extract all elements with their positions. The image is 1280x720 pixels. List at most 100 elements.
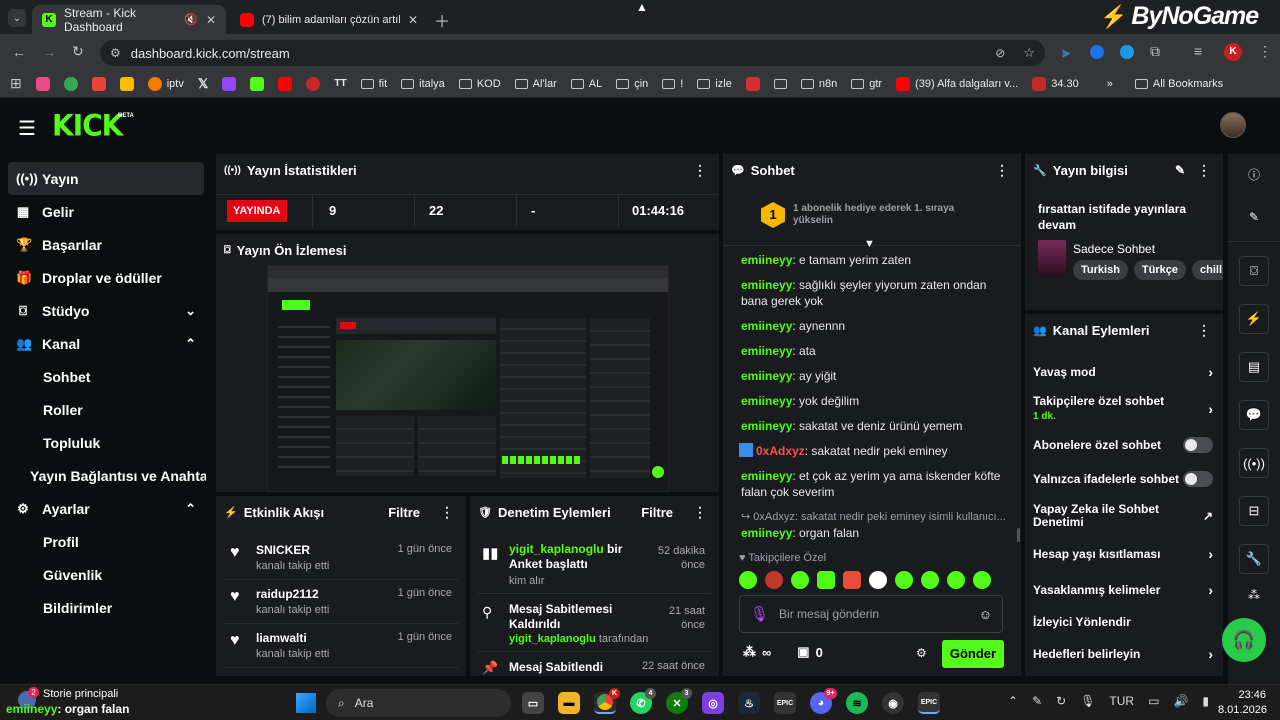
chat-input-box[interactable]: 🎙 Bir mesaj gönderin ☺ (739, 595, 1003, 633)
category-thumbnail[interactable] (1038, 240, 1066, 276)
profile-avatar[interactable]: K (1224, 43, 1242, 61)
tray-chevron-icon[interactable]: ⌃ (1008, 694, 1018, 708)
bookmark-cin[interactable]: çin (609, 78, 655, 90)
news-widget-title[interactable]: Storie principali (43, 688, 118, 700)
emote-icon[interactable] (817, 571, 835, 589)
steam-icon[interactable]: ♨ (738, 692, 760, 714)
chat-username[interactable]: emiineyy (741, 253, 792, 267)
file-explorer-icon[interactable]: ▬ (558, 692, 580, 714)
sidebar-item-ayarlar[interactable]: ⚙ Ayarlar ⌃ (0, 492, 212, 525)
emote-icon[interactable] (843, 571, 861, 589)
emote-icon[interactable] (765, 571, 783, 589)
category-name[interactable]: Sadece Sohbet (1073, 242, 1155, 256)
rail-notes-icon[interactable]: ▤ (1239, 352, 1269, 382)
rail-wrench-icon[interactable]: 🔧 (1239, 544, 1269, 574)
sidebar-item-studyo[interactable]: ⌼ Stüdyo ⌄ (0, 294, 212, 327)
mod-user[interactable]: yigit_kaplanoglu (509, 542, 604, 556)
bookmark-alfa[interactable]: (39) Alfa dalgaları v... (889, 76, 1025, 91)
tag-chip[interactable]: Türkçe (1133, 260, 1186, 280)
chat-username[interactable]: emiineyy (741, 344, 792, 358)
sidebar-item-kanal[interactable]: 👥 Kanal ⌃ (0, 327, 212, 360)
back-icon[interactable]: ← (12, 44, 26, 60)
emote-icon[interactable] (921, 571, 939, 589)
tag-chip[interactable]: Turkish (1073, 260, 1128, 280)
action-subscribers-only[interactable]: Abonelere özel sohbet (1025, 428, 1223, 462)
tag-chip[interactable]: chill (1192, 260, 1223, 280)
chat-username[interactable]: emiineyy (741, 319, 792, 333)
language-indicator[interactable]: TUR (1109, 694, 1134, 708)
sidebar-item-baglanti[interactable]: Yayın Bağlantısı ve Anahtarı (0, 459, 206, 492)
bookmark-star-icon[interactable]: ☆ (1023, 45, 1035, 61)
all-bookmarks[interactable]: All Bookmarks (1128, 78, 1230, 90)
epic-games-active-icon[interactable]: EPIC (918, 692, 940, 714)
rail-broadcast-icon[interactable]: ((•)) (1239, 448, 1269, 478)
chat-username[interactable]: emiineyy (741, 469, 792, 483)
ext-wave-icon[interactable]: ⫸ (1062, 44, 1070, 61)
tray-pen-icon[interactable]: ✎ (1032, 694, 1042, 708)
user-avatar[interactable] (1220, 112, 1246, 138)
chat-username[interactable]: emiineyy (741, 394, 792, 408)
list-item[interactable]: ⚲ Mesaj Sabitlemesi Kaldırıldı yigit_kap… (478, 596, 711, 652)
sidebar-item-roller[interactable]: Roller (0, 393, 212, 426)
tray-battery-icon[interactable]: ▮ (1202, 694, 1209, 708)
bookmark-youtube[interactable] (271, 76, 299, 91)
close-tab-icon[interactable]: ✕ (408, 13, 418, 27)
bookmark-izle[interactable]: izle (690, 78, 739, 90)
rail-moderation-icon[interactable]: ⊟ (1239, 496, 1269, 526)
activity-user[interactable]: raidup2112 (256, 587, 319, 601)
more-options-icon[interactable]: ⋮ (1197, 162, 1211, 179)
emotes-only-toggle[interactable] (1183, 471, 1213, 487)
list-item[interactable]: ♥ raidup2112 kanalı takip etti 1 gün önc… (224, 580, 458, 624)
bookmark-gmail[interactable] (85, 76, 113, 91)
bookmark-twitch[interactable] (215, 76, 243, 91)
filter-button[interactable]: Filtre (641, 505, 673, 520)
rail-preview-icon[interactable]: ⌼ (1239, 256, 1269, 286)
edit-icon[interactable]: ✎ (1175, 163, 1185, 177)
extensions-icon[interactable]: ⧉ (1150, 43, 1160, 60)
emote-icon[interactable] (791, 571, 809, 589)
chat-username[interactable]: emiineyy (741, 369, 792, 383)
list-item[interactable]: ▮▮ yigit_kaplanoglu bir Anket başlattı ki… (478, 536, 711, 594)
chat-username[interactable]: emiineyy (741, 419, 792, 433)
clock[interactable]: 23:46 8.01.2026 (1218, 688, 1267, 718)
chrome-icon[interactable]: K (594, 688, 620, 714)
new-tab-icon[interactable]: ＋ (434, 8, 450, 32)
action-slow-mode[interactable]: Yavaş mod › (1025, 354, 1223, 390)
send-button[interactable]: Gönder (942, 640, 1004, 668)
sidebar-item-bildirimler[interactable]: Bildirimler (0, 591, 212, 624)
preview-video[interactable] (267, 265, 669, 492)
xbox-icon[interactable]: ✕ 3 (666, 688, 692, 714)
app-red-dot-icon[interactable]: ◉ (882, 692, 904, 714)
windows-start-icon[interactable] (296, 693, 316, 713)
sidebar-item-guvenlik[interactable]: Güvenlik (0, 558, 212, 591)
list-item[interactable]: ♥ liamwalti kanalı takip etti 1 gün önce (224, 624, 458, 668)
support-chat-button[interactable]: 🎧 (1222, 618, 1266, 662)
action-goals[interactable]: Hedefleri belirleyin › (1025, 636, 1223, 672)
close-tab-icon[interactable]: ✕ (206, 13, 216, 27)
epic-games-icon[interactable]: EPIC (774, 692, 796, 714)
action-emotes-only[interactable]: Yalnızca ifadelerle sohbet (1025, 462, 1223, 496)
url-text[interactable]: dashboard.kick.com/stream (131, 46, 986, 61)
sidebar-item-topluluk[interactable]: Topluluk (0, 426, 212, 459)
chat-username[interactable]: emiineyy (741, 278, 792, 292)
rail-share-icon[interactable]: ⁂ (1228, 588, 1280, 602)
chat-input[interactable]: Bir mesaj gönderin (779, 607, 969, 621)
subscribers-only-toggle[interactable] (1183, 437, 1213, 453)
action-account-age[interactable]: Hesap yaşı kısıtlaması › (1025, 536, 1223, 572)
bookmark-allar[interactable]: Al'lar (508, 78, 564, 90)
list-item[interactable]: ♥ SNICKER kanalı takip etti 1 gün önce (224, 536, 458, 580)
emote-icon[interactable] (739, 571, 757, 589)
list-item[interactable]: 📌 Mesaj Sabitlendi 22 saat önce (478, 654, 711, 676)
bookmark-fit[interactable]: fit (354, 78, 395, 90)
points-icon[interactable]: ⁂ (743, 644, 756, 660)
reload-icon[interactable]: ↻ (72, 43, 84, 60)
action-banned-words[interactable]: Yasaklanmış kelimeler › (1025, 572, 1223, 608)
bookmark-iptv[interactable]: iptv (141, 76, 191, 91)
bookmark-x[interactable]: 𝕏 (191, 76, 215, 92)
emote-icon[interactable] (947, 571, 965, 589)
reply-reference[interactable]: ↪ 0xAdxyz: sakatat nedir peki eminey isi… (723, 509, 1021, 525)
pinned-gift-banner[interactable]: 1 1 abonelik hediye ederek 1. sıraya yük… (723, 190, 1021, 250)
store-icon[interactable]: ▣ (797, 644, 809, 660)
bookmark-tt[interactable]: TT (327, 78, 353, 89)
activity-user[interactable]: SNICKER (256, 543, 310, 557)
